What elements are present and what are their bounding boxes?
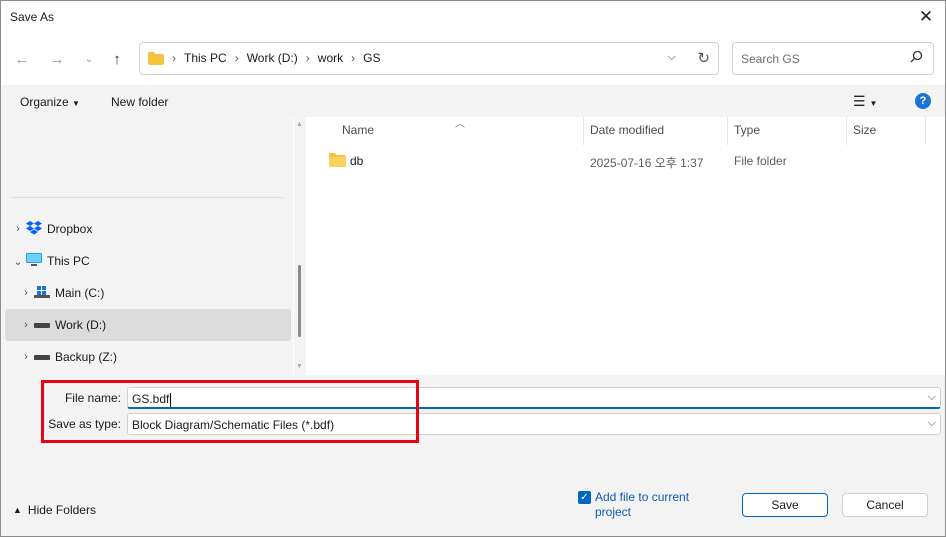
chevron-right-icon[interactable]: › [19,319,33,331]
command-bar: Organize ▼ New folder ☰ ▼ ? [1,85,945,117]
navigation-bar: ← → ⌄ ↑ › This PC › Work (D:) › work › G… [1,33,945,85]
breadcrumb-separator-icon: › [305,51,310,65]
column-divider[interactable] [925,117,926,145]
computer-icon [25,252,43,270]
chevron-up-icon: ▲ [13,505,22,515]
column-divider[interactable] [727,117,728,145]
chevron-down-icon[interactable]: ⌵ [928,417,936,430]
save-as-dialog: Save As ✕ ← → ⌄ ↑ › This PC › Work (D:) … [0,0,946,537]
folder-icon [329,153,346,167]
organize-menu[interactable]: Organize ▼ [20,95,80,109]
scroll-up-icon[interactable]: ▲ [296,121,303,128]
organize-label: Organize [20,95,69,109]
breadcrumb: › This PC › Work (D:) › work › GS [148,51,380,65]
tree-item-label: Backup (Z:) [55,350,118,364]
chevron-right-icon[interactable]: › [19,351,33,363]
browser-pane: › Dropbox ⌄ This PC › Main (C:) › Work (… [1,117,945,375]
chevron-down-icon[interactable]: ⌄ [11,255,25,268]
item-type: File folder [734,154,787,168]
item-name: db [350,154,364,168]
highlight-box [41,380,419,443]
item-date: 2025-07-16 오후 1:37 [590,156,704,170]
close-icon[interactable]: ✕ [911,3,941,31]
scrollbar-thumb[interactable] [298,265,301,337]
breadcrumb-this-pc[interactable]: This PC [184,51,227,65]
tree-scrollbar[interactable]: ▲ ▼ [294,117,306,375]
breadcrumb-work-drive[interactable]: Work (D:) [247,51,298,65]
windows-drive-icon [33,285,51,301]
column-header-size[interactable]: Size [853,123,876,137]
chevron-right-icon[interactable]: › [11,223,25,235]
tree-item-dropbox[interactable]: › Dropbox [5,213,291,245]
recent-locations-chevron-icon[interactable]: ⌄ [79,49,99,69]
breadcrumb-separator-icon: › [351,51,356,65]
search-input[interactable]: Search GS [741,52,800,66]
navigation-tree: › Dropbox ⌄ This PC › Main (C:) › Work (… [1,117,293,375]
title-bar: Save As ✕ [1,1,945,33]
tree-item-this-pc[interactable]: ⌄ This PC [5,245,291,277]
drive-icon [33,350,51,364]
hide-folders-button[interactable]: ▲ Hide Folders [13,503,96,517]
dialog-title: Save As [10,10,55,24]
chevron-down-icon: ▼ [72,99,80,108]
save-button[interactable]: Save [742,493,828,517]
breadcrumb-work[interactable]: work [318,51,343,65]
folder-icon [148,51,164,65]
refresh-icon[interactable]: ↻ [697,49,710,67]
breadcrumb-separator-icon: › [234,51,239,65]
chevron-down-icon[interactable]: ⌵ [928,391,936,404]
scroll-down-icon[interactable]: ▼ [296,363,303,370]
search-box[interactable]: Search GS [732,42,934,75]
add-file-label[interactable]: Add file to current project [595,490,705,520]
dialog-footer: ▲ Hide Folders ✓ Add file to current pro… [1,475,945,536]
tree-item-label: Work (D:) [55,318,107,332]
address-dropdown-icon[interactable]: ⌵ [668,51,676,64]
file-list: ︿ Name Date modified Type Size db 2025-0… [309,117,945,375]
view-options-icon[interactable]: ☰ ▼ [853,93,877,110]
column-header-name[interactable]: Name [342,123,374,137]
list-item[interactable]: db 2025-07-16 오후 1:37 File folder [329,149,929,173]
tree-item-main-c[interactable]: › Main (C:) [5,277,291,309]
breadcrumb-separator-icon: › [172,51,176,65]
cancel-button[interactable]: Cancel [842,493,928,517]
column-header-type[interactable]: Type [734,123,760,137]
search-icon[interactable] [910,50,923,63]
tree-item-backup-z[interactable]: › Backup (Z:) [5,341,291,373]
add-file-checkbox[interactable]: ✓ [578,491,591,504]
drive-icon [33,318,51,332]
back-arrow-icon[interactable]: ← [12,49,32,69]
chevron-right-icon[interactable]: › [19,287,33,299]
new-folder-button[interactable]: New folder [111,95,168,109]
help-icon[interactable]: ? [915,93,931,109]
address-bar[interactable]: › This PC › Work (D:) › work › GS ⌵ ↻ [139,42,719,75]
dropbox-icon [25,220,43,238]
hide-folders-label: Hide Folders [27,503,96,517]
forward-arrow-icon[interactable]: → [47,49,67,69]
tree-item-work-d[interactable]: › Work (D:) [5,309,291,341]
tree-divider [11,197,283,198]
tree-item-label: Dropbox [47,222,93,236]
tree-item-label: Main (C:) [55,286,105,300]
column-divider[interactable] [846,117,847,145]
sort-ascending-icon: ︿ [455,119,465,130]
tree-item-label: This PC [47,254,90,268]
column-divider[interactable] [583,117,584,145]
breadcrumb-gs[interactable]: GS [363,51,380,65]
up-arrow-icon[interactable]: ↑ [107,49,127,69]
column-header-date[interactable]: Date modified [590,123,664,137]
